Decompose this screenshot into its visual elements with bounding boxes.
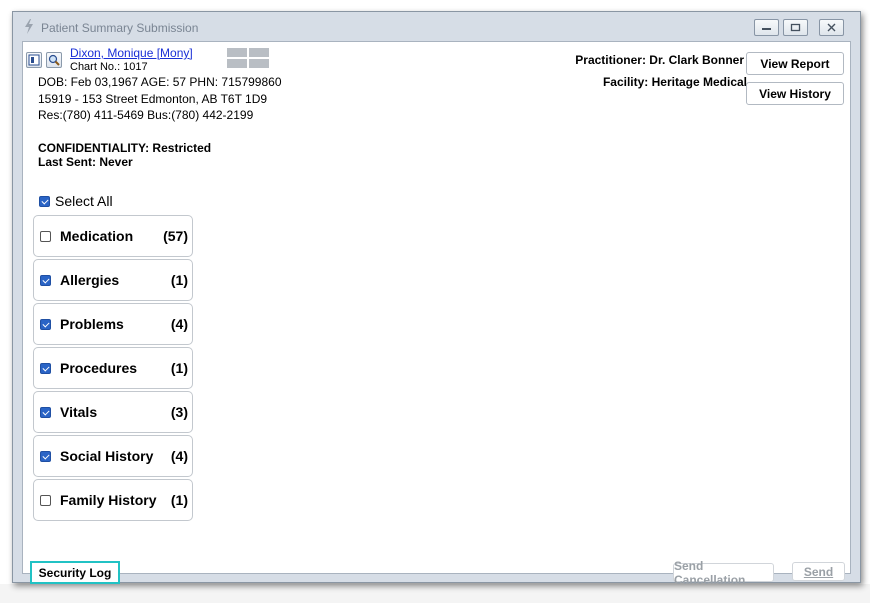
category-count: (4): [170, 448, 188, 464]
magnifier-icon: [48, 54, 60, 66]
last-sent-label: Last Sent: Never: [38, 155, 133, 169]
send-cancellation-button[interactable]: Send Cancellation: [673, 559, 774, 587]
category-count: (4): [170, 316, 188, 332]
category-count: (1): [170, 492, 188, 508]
patient-card-button[interactable]: [26, 52, 42, 68]
category-medication[interactable]: Medication (57): [33, 215, 193, 257]
checkbox-checked-icon[interactable]: [40, 362, 51, 374]
window-title: Patient Summary Submission: [41, 21, 199, 35]
title-bar: Patient Summary Submission: [13, 12, 860, 40]
select-all-label: Select All: [55, 193, 113, 209]
category-count: (1): [170, 272, 188, 288]
category-vitals[interactable]: Vitals (3): [33, 391, 193, 433]
restore-icon: [790, 23, 801, 32]
category-procedures[interactable]: Procedures (1): [33, 347, 193, 389]
category-allergies[interactable]: Allergies (1): [33, 259, 193, 301]
close-icon: [827, 23, 836, 32]
minimize-button[interactable]: [754, 19, 779, 36]
background-app-strip: [0, 584, 870, 603]
checkbox-checked-icon[interactable]: [40, 450, 51, 462]
patient-summary-window: Patient Summary Submission Dixon, Moniqu…: [12, 11, 861, 587]
category-label: Procedures: [60, 360, 138, 376]
checkbox-checked-icon[interactable]: [40, 318, 51, 330]
category-label: Family History: [60, 492, 157, 508]
chart-number: Chart No.: 1017: [70, 61, 148, 73]
category-label: Medication: [60, 228, 134, 244]
category-label: Allergies: [60, 272, 120, 288]
checkbox-unchecked-icon[interactable]: [40, 230, 51, 242]
category-count: (3): [170, 404, 188, 420]
practitioner-label: Practitioner: Dr. Clark Bonner: [575, 53, 744, 67]
patient-phones: Res:(780) 411-5469 Bus:(780) 442-2199: [38, 108, 254, 122]
patient-search-button[interactable]: [46, 52, 62, 68]
send-button[interactable]: Send: [792, 562, 845, 581]
minimize-icon: [762, 28, 771, 30]
checkbox-checked-icon[interactable]: [40, 274, 51, 286]
app-logo-icon: [25, 19, 33, 34]
view-report-button[interactable]: View Report: [746, 52, 844, 75]
close-button[interactable]: [819, 19, 844, 36]
checkbox-checked-icon: [39, 195, 50, 207]
category-problems[interactable]: Problems (4): [33, 303, 193, 345]
select-all-checkbox[interactable]: Select All: [39, 193, 113, 209]
dob-age-phn: DOB: Feb 03,1967 AGE: 57 PHN: 715799860: [38, 75, 282, 89]
patient-address: 15919 - 153 Street Edmonton, AB T6T 1D9: [38, 92, 268, 106]
confidentiality-label: CONFIDENTIALITY: Restricted: [38, 141, 212, 155]
checkbox-unchecked-icon[interactable]: [40, 494, 51, 506]
category-family-history[interactable]: Family History (1): [33, 479, 193, 521]
category-label: Vitals: [60, 404, 98, 420]
security-log-button[interactable]: Security Log: [30, 561, 120, 584]
view-history-button[interactable]: View History: [746, 82, 844, 105]
restore-button[interactable]: [783, 19, 808, 36]
content-panel: Dixon, Monique [Mony] Chart No.: 1017 DO…: [22, 41, 851, 587]
patient-name-link[interactable]: Dixon, Monique [Mony]: [70, 46, 193, 60]
security-log-label: Security Log: [38, 565, 112, 580]
category-label: Social History: [60, 448, 154, 464]
category-count: (1): [170, 360, 188, 376]
category-social-history[interactable]: Social History (4): [33, 435, 193, 477]
category-label: Problems: [60, 316, 124, 332]
id-card-icon: [28, 54, 40, 66]
category-count: (57): [163, 228, 188, 244]
facility-label: Facility: Heritage Medical: [602, 75, 747, 89]
checkbox-checked-icon[interactable]: [40, 406, 51, 418]
grid-view-icon[interactable]: [227, 48, 269, 68]
